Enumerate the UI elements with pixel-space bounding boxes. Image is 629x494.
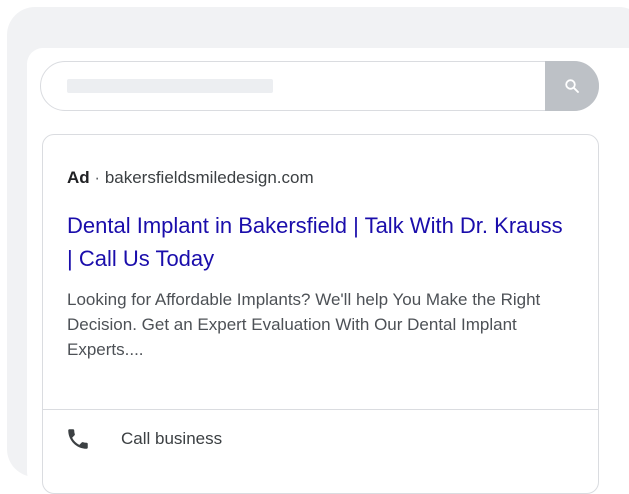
ad-title-link[interactable]: Dental Implant in Bakersfield | Talk Wit… (67, 209, 567, 275)
search-input-placeholder[interactable] (67, 79, 273, 93)
call-business-button[interactable]: Call business (43, 410, 598, 470)
ad-domain[interactable]: bakersfieldsmiledesign.com (105, 168, 314, 187)
phone-icon (68, 429, 88, 449)
call-business-label: Call business (121, 429, 223, 448)
ad-meta-line: Ad · bakersfieldsmiledesign.com (67, 168, 314, 188)
search-results-screen: Ad · bakersfieldsmiledesign.com Dental I… (27, 48, 629, 494)
search-button[interactable] (545, 61, 599, 111)
ad-badge: Ad (67, 168, 90, 187)
search-bar[interactable] (40, 61, 599, 111)
ad-separator: · (94, 168, 101, 187)
ad-description: Looking for Affordable Implants? We'll h… (67, 290, 541, 359)
phone-frame: Ad · bakersfieldsmiledesign.com Dental I… (7, 7, 629, 494)
search-icon (565, 79, 579, 93)
ad-result-card: Ad · bakersfieldsmiledesign.com Dental I… (42, 134, 599, 494)
